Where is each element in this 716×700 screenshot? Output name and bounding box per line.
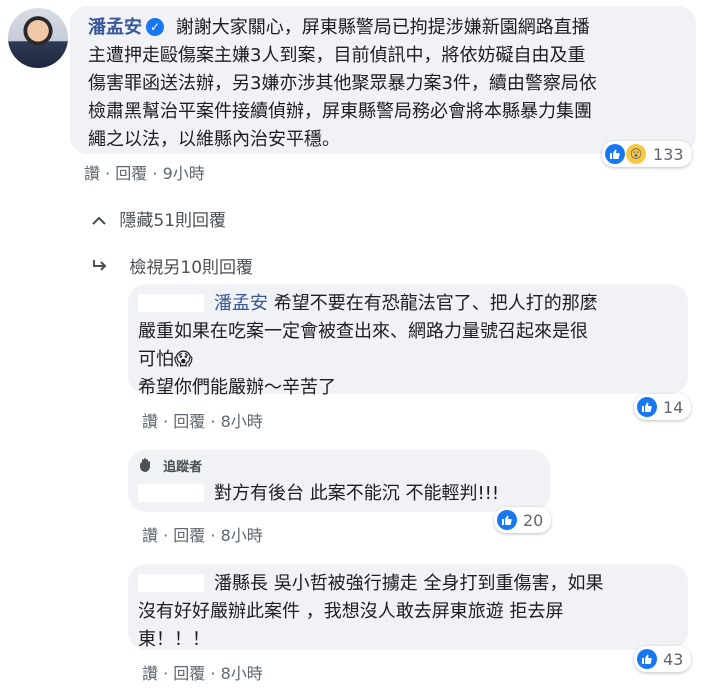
mention-link[interactable]: 潘孟安 bbox=[214, 293, 268, 314]
reply-actions: 讚 · 回覆 · 8小時 bbox=[142, 526, 263, 545]
timestamp[interactable]: 8小時 bbox=[221, 664, 263, 683]
reaction-count: 43 bbox=[663, 649, 684, 669]
view-more-replies-link[interactable]: 檢視另10則回覆 bbox=[92, 253, 253, 278]
reply-line-4: 希望你們能嚴辦～辛苦了 bbox=[138, 377, 336, 398]
like-link[interactable]: 讚 bbox=[142, 526, 158, 545]
comment-actions: 讚 · 回覆 · 9小時 bbox=[84, 164, 205, 183]
reaction-summary[interactable]: 😮 133 bbox=[602, 141, 692, 167]
comment-line-3: 傷害罪函送法辦，另3嫌亦涉其他聚眾暴力案3件，續由警察局依 bbox=[88, 73, 597, 94]
redacted-name bbox=[138, 484, 204, 502]
redacted-name bbox=[138, 574, 204, 592]
reply-body: 潘孟安 希望不要在有恐龍法官了、把人打的那麼 嚴重如果在吃案一定會被查出來、網路… bbox=[138, 290, 678, 402]
reply-line-1: 希望不要在有恐龍法官了、把人打的那麼 bbox=[273, 293, 598, 314]
redacted-name bbox=[138, 294, 204, 312]
reply-link[interactable]: 回覆 bbox=[115, 164, 147, 183]
reply-body: 對方有後台 此案不能沉 不能輕判!!! bbox=[138, 480, 499, 508]
timestamp[interactable]: 8小時 bbox=[221, 526, 263, 545]
timestamp[interactable]: 8小時 bbox=[221, 412, 263, 431]
comment-body: 潘孟安 ✓ 謝謝大家關心，屏東縣警局已拘提涉嫌新園網路直播 主遭押走毆傷案主嫌3人… bbox=[88, 14, 688, 154]
comment-line-4: 檢肅黑幫治平案件接續偵辦，屏東縣警局務必會將本縣暴力集團 bbox=[88, 101, 592, 122]
hide-replies-link[interactable]: 隱藏51則回覆 bbox=[92, 206, 226, 231]
reaction-summary[interactable]: 20 bbox=[494, 507, 552, 533]
scream-emoji: 😱 bbox=[174, 349, 193, 370]
reply-actions: 讚 · 回覆 · 8小時 bbox=[142, 412, 263, 431]
comment-line-2: 主遭押走毆傷案主嫌3人到案，目前偵訊中，將依妨礙自由及重 bbox=[88, 45, 586, 66]
reply-body: 潘縣長 吳小哲被強行擄走 全身打到重傷害，如果 沒有好好嚴辦此案件 ，我想沒人敢… bbox=[138, 570, 678, 654]
hide-replies-label: 隱藏51則回覆 bbox=[119, 211, 227, 231]
comment-line-1: 謝謝大家關心，屏東縣警局已拘提涉嫌新園網路直播 bbox=[175, 17, 590, 38]
like-reaction-icon bbox=[637, 397, 657, 417]
reply-link[interactable]: 回覆 bbox=[173, 664, 205, 683]
follower-badge-label: 追蹤者 bbox=[163, 460, 203, 475]
reply-link[interactable]: 回覆 bbox=[173, 412, 205, 431]
reply-line-1: 潘縣長 吳小哲被強行擄走 全身打到重傷害，如果 bbox=[214, 573, 604, 594]
reaction-summary[interactable]: 43 bbox=[634, 646, 692, 672]
reply-actions: 讚 · 回覆 · 8小時 bbox=[142, 664, 263, 683]
like-reaction-icon bbox=[605, 144, 625, 164]
verified-badge-icon: ✓ bbox=[146, 18, 164, 36]
reaction-count: 14 bbox=[663, 397, 684, 417]
like-reaction-icon bbox=[637, 649, 657, 669]
follower-badge: 追蹤者 bbox=[138, 456, 202, 477]
like-link[interactable]: 讚 bbox=[142, 412, 158, 431]
chevron-up-icon bbox=[92, 211, 106, 231]
reply-line-1: 對方有後台 此案不能沉 不能輕判!!! bbox=[214, 483, 500, 504]
wave-hand-icon bbox=[138, 457, 154, 477]
wow-reaction-icon: 😮 bbox=[625, 143, 647, 165]
reply-line-3: 可怕 bbox=[138, 349, 174, 370]
reaction-count: 20 bbox=[523, 510, 544, 530]
reaction-summary[interactable]: 14 bbox=[634, 394, 692, 420]
timestamp[interactable]: 9小時 bbox=[163, 164, 205, 183]
like-link[interactable]: 讚 bbox=[84, 164, 100, 183]
reply-line-2: 嚴重如果在吃案一定會被查出來、網路力量號召起來是很 bbox=[138, 321, 588, 342]
like-link[interactable]: 讚 bbox=[142, 664, 158, 683]
commenter-name[interactable]: 潘孟安 bbox=[88, 17, 142, 38]
reply-arrow-icon bbox=[92, 258, 108, 278]
view-more-replies-label: 檢視另10則回覆 bbox=[129, 258, 254, 278]
comment-line-5: 繩之以法，以維縣內治安平穩。 bbox=[88, 129, 340, 150]
reply-line-3: 東！！！ bbox=[138, 629, 210, 650]
commenter-avatar[interactable] bbox=[8, 8, 68, 68]
reaction-count: 133 bbox=[653, 144, 684, 164]
reply-line-2: 沒有好好嚴辦此案件 ，我想沒人敢去屏東旅遊 拒去屏 bbox=[138, 601, 564, 622]
reply-link[interactable]: 回覆 bbox=[173, 526, 205, 545]
like-reaction-icon bbox=[497, 510, 517, 530]
